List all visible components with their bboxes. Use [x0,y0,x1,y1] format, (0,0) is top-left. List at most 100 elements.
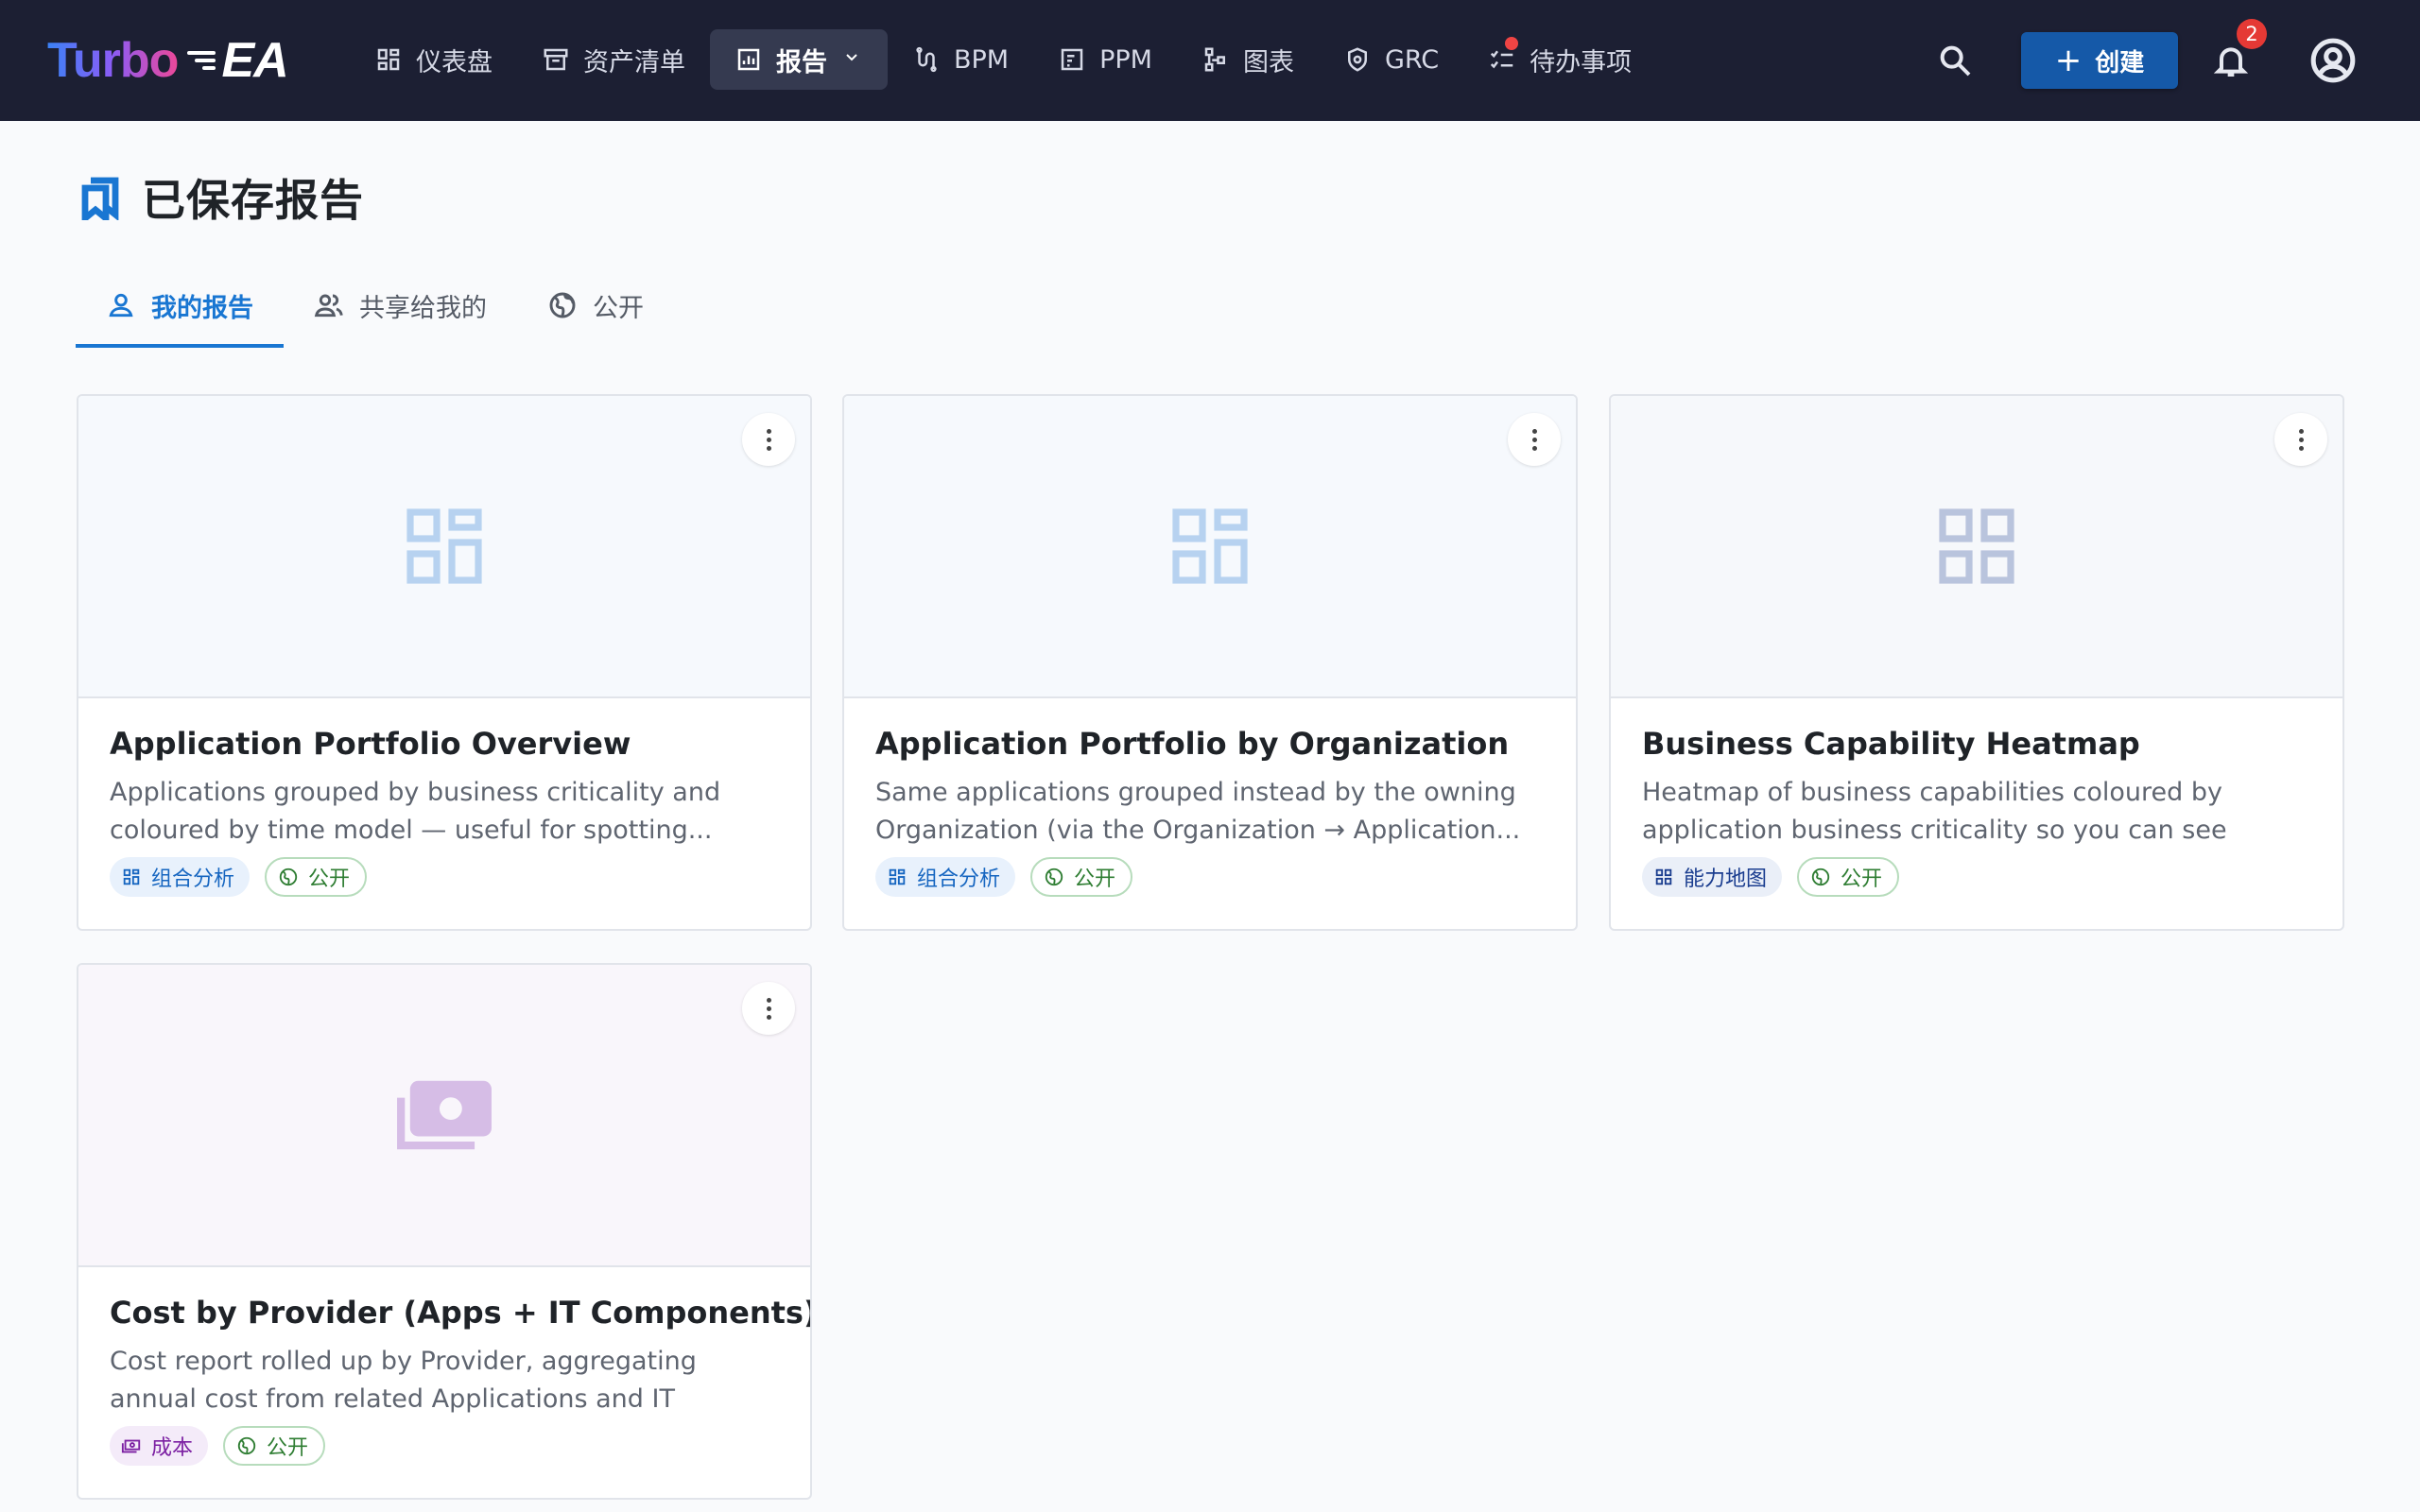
report-type-label: 组合分析 [151,867,235,891]
report-description: Applications grouped by business critica… [110,777,721,845]
dashboard-icon [377,48,400,71]
report-thumbnail [1611,396,2342,698]
tab-label: 公开 [593,293,644,323]
report-title: Business Capability Heatmap [1642,726,2140,762]
nav-item-todos[interactable]: 待办事项 [1463,29,1656,90]
nav-item-label: PPM [1099,44,1152,75]
nav-item-label: 图表 [1242,47,1294,77]
nav-item-reports[interactable]: 报告 [710,29,888,90]
report-thumbnail [78,396,810,698]
more-options-button[interactable] [742,982,795,1035]
report-type-label: 成本 [151,1435,194,1460]
report-description: Cost report rolled up by Provider, aggre… [110,1346,697,1414]
money-icon [121,1439,141,1452]
report-tags: 成本 公开 [110,1425,782,1466]
brand-logo[interactable]: Turbo EA [47,32,289,89]
report-thumbnail [844,396,1576,698]
grid-view-icon [406,508,482,584]
top-navigation-bar: Turbo EA 仪表盘 资产清单 报告 BPM PPM 图表 GRC 待办事项… [0,0,2420,121]
more-options-button[interactable] [2274,413,2327,466]
nav-item-inventory[interactable]: 资产清单 [517,29,710,90]
visibility-label: 公开 [1841,867,1883,891]
report-type-chip: 组合分析 [875,856,1016,897]
report-type-chip: 能力地图 [1642,856,1783,897]
report-type-chip: 成本 [110,1425,209,1466]
nav-item-grc[interactable]: GRC [1319,29,1463,90]
report-card[interactable]: Cost by Provider (Apps + IT Components) … [77,963,812,1500]
grid-view-icon [123,868,140,885]
visibility-chip: 公开 [1797,856,1900,897]
grid-view-icon [889,868,906,885]
report-title: Application Portfolio Overview [110,726,631,762]
page-title: 已保存报告 [142,175,364,226]
tab-label: 我的报告 [151,293,253,323]
create-button-label: 创建 [2095,48,2145,77]
nav-item-dashboard[interactable]: 仪表盘 [350,29,517,90]
report-tags: 能力地图 公开 [1642,856,2314,897]
project-icon [1061,48,1083,71]
more-options-button[interactable] [1508,413,1561,466]
report-tags: 组合分析 公开 [875,856,1547,897]
visibility-label: 公开 [1074,867,1116,891]
person-icon [109,293,133,318]
plus-icon: + [2054,42,2083,79]
chevron-down-icon [840,45,863,75]
report-type-chip: 组合分析 [110,856,251,897]
shield-icon [1347,47,1367,72]
report-title: Application Portfolio by Organization [875,726,1510,762]
bookmarks-icon [81,177,119,220]
report-tabs: 我的报告 共享给我的 公开 [76,263,674,348]
report-card[interactable]: Business Capability Heatmap Heatmap of b… [1609,394,2344,931]
nav-item-diagrams[interactable]: 图表 [1177,29,1319,90]
report-card[interactable]: Application Portfolio by Organization Sa… [842,394,1578,931]
tab-shared-with-me[interactable]: 共享给我的 [284,263,517,348]
nav-item-label: 报告 [776,47,827,77]
report-card[interactable]: Application Portfolio Overview Applicati… [77,394,812,931]
nav-item-label: GRC [1384,44,1440,75]
main-nav: 仪表盘 资产清单 报告 BPM PPM 图表 GRC 待办事项 [350,28,1656,91]
visibility-chip: 公开 [223,1425,326,1466]
nav-item-label: BPM [954,44,1010,75]
nav-item-label: 资产清单 [583,47,685,77]
report-description: Same applications grouped instead by the… [875,777,1521,845]
report-card-body: Business Capability Heatmap Heatmap of b… [1642,725,2314,897]
nav-item-bpm[interactable]: BPM [888,29,1033,90]
report-card-body: Application Portfolio Overview Applicati… [110,725,782,897]
report-title: Cost by Provider (Apps + IT Components) [110,1295,812,1331]
archive-icon [544,48,568,71]
visibility-chip: 公开 [265,856,368,897]
grid-view-icon [1655,868,1672,885]
visibility-chip: 公开 [1030,856,1133,897]
process-icon [916,46,937,73]
tab-my-reports[interactable]: 我的报告 [76,263,284,348]
money-icon [397,1080,492,1150]
notification-count-badge: 2 [2237,19,2267,49]
report-description: Heatmap of business capabilities coloure… [1642,777,2227,845]
brand-logo-part2: EA [221,33,288,88]
globe-icon [549,292,576,318]
report-type-label: 组合分析 [917,867,1001,891]
speed-lines-icon [183,49,216,72]
tab-public[interactable]: 公开 [517,263,674,348]
people-icon [314,294,343,318]
nav-item-ppm[interactable]: PPM [1033,29,1177,90]
report-thumbnail [78,965,810,1267]
diagram-icon [1204,47,1225,72]
report-type-label: 能力地图 [1684,867,1768,891]
search-icon [1940,45,1971,77]
nav-item-label: 仪表盘 [416,47,493,77]
globe-icon [279,868,298,885]
page-header: 已保存报告 [79,166,364,229]
grid-view-icon [1172,508,1248,584]
report-card-body: Application Portfolio by Organization Sa… [875,725,1547,897]
search-button[interactable] [1925,30,1985,91]
account-circle-icon [2310,38,2356,83]
tab-label: 共享给我的 [359,293,487,323]
account-button[interactable] [2303,30,2363,91]
visibility-label: 公开 [267,1435,309,1460]
more-options-button[interactable] [742,413,795,466]
globe-icon [1045,868,1063,885]
report-tags: 组合分析 公开 [110,856,782,897]
create-button[interactable]: + 创建 [2021,32,2178,89]
nav-item-label: 待办事项 [1530,47,1633,77]
